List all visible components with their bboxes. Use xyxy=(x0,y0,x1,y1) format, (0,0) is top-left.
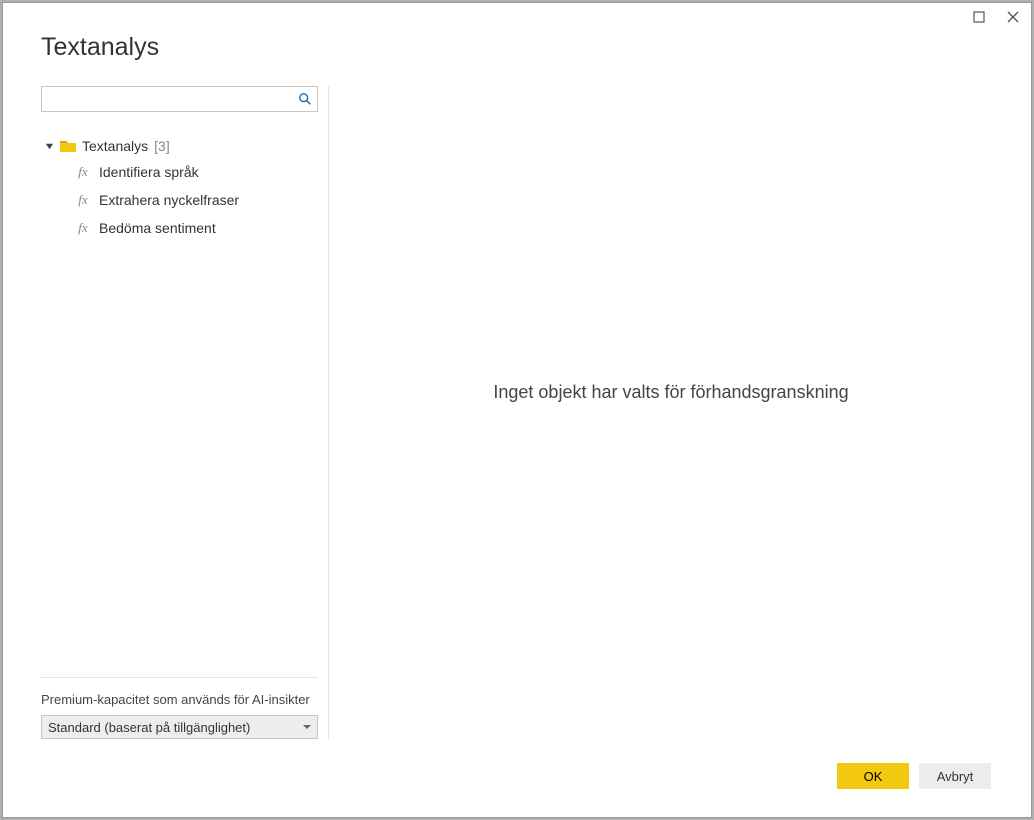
dialog-window: Textanalys xyxy=(2,2,1032,818)
fx-icon: fx xyxy=(75,220,91,236)
capacity-label: Premium-kapacitet som används för AI-ins… xyxy=(41,692,318,707)
tree-folder-count: [3] xyxy=(154,138,170,154)
tree-item-extrahera-nyckelfraser[interactable]: fx Extrahera nyckelfraser xyxy=(41,186,318,214)
preview-placeholder: Inget objekt har valts för förhandsgrans… xyxy=(493,382,848,403)
close-button[interactable] xyxy=(999,5,1027,29)
capacity-dropdown[interactable]: Standard (baserat på tillgänglighet) xyxy=(41,715,318,739)
dialog-title: Textanalys xyxy=(41,33,993,62)
folder-icon xyxy=(60,139,76,153)
preview-panel: Inget objekt har valts för förhandsgrans… xyxy=(329,86,993,739)
fx-icon: fx xyxy=(75,192,91,208)
tree-item-identifiera-sprak[interactable]: fx Identifiera språk xyxy=(41,158,318,186)
button-row: OK Avbryt xyxy=(3,739,1031,817)
capacity-section: Premium-kapacitet som används för AI-ins… xyxy=(41,677,318,739)
content-area: Textanalys xyxy=(3,31,1031,739)
search-input[interactable] xyxy=(41,86,318,112)
main-row: Textanalys [3] fx Identifiera språk fx E… xyxy=(41,86,993,739)
ok-button[interactable]: OK xyxy=(837,763,909,789)
tree-folder-label: Textanalys xyxy=(82,138,148,154)
tree-folder-textanalys[interactable]: Textanalys [3] xyxy=(41,134,318,158)
tree-item-label: Bedöma sentiment xyxy=(99,220,216,236)
cancel-button[interactable]: Avbryt xyxy=(919,763,991,789)
tree-item-bedoma-sentiment[interactable]: fx Bedöma sentiment xyxy=(41,214,318,242)
caret-down-icon xyxy=(45,142,54,151)
maximize-button[interactable] xyxy=(965,5,993,29)
capacity-selected: Standard (baserat på tillgänglighet) xyxy=(48,720,250,735)
function-tree: Textanalys [3] fx Identifiera språk fx E… xyxy=(41,134,318,665)
titlebar xyxy=(3,3,1031,31)
chevron-down-icon xyxy=(303,723,311,731)
left-panel: Textanalys [3] fx Identifiera språk fx E… xyxy=(41,86,329,739)
search-wrap xyxy=(41,86,318,112)
tree-item-label: Identifiera språk xyxy=(99,164,199,180)
fx-icon: fx xyxy=(75,164,91,180)
tree-item-label: Extrahera nyckelfraser xyxy=(99,192,239,208)
